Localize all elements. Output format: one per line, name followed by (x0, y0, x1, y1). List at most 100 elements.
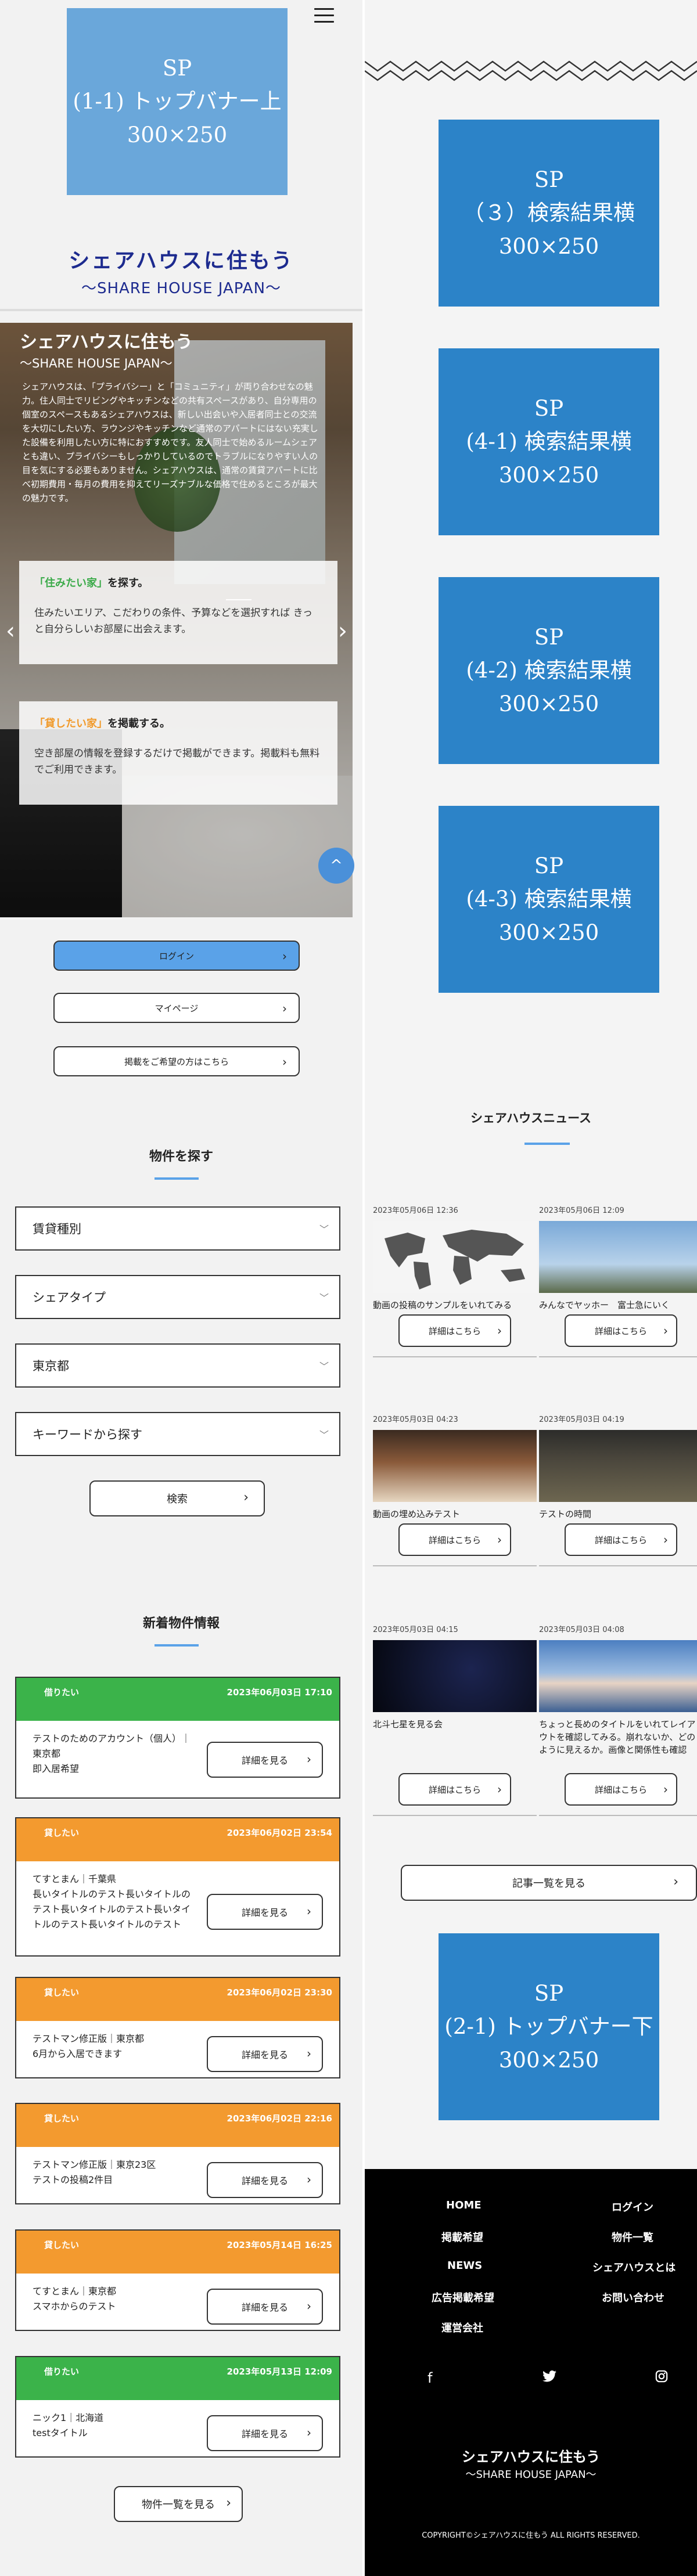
news-date: 2023年05月03日 04:19 (539, 1415, 624, 1424)
listing-detail-button[interactable]: 詳細を見る › (207, 1742, 323, 1778)
party-food-image[interactable] (373, 1430, 537, 1502)
news-title[interactable]: ちょっと長めのタイトルをいれてレイアウトを確認してみる。崩れないか、どのように見… (539, 1718, 697, 1756)
slider-prev-icon[interactable]: ‹ (6, 618, 15, 644)
footer-link-listing-request[interactable]: 掲載希望 (441, 2229, 483, 2244)
banner-line: SP (534, 853, 564, 878)
roller-coaster-image[interactable] (539, 1221, 697, 1293)
site-title-sub: 〜SHARE HOUSE JAPAN〜 (81, 280, 282, 297)
footer-link-ad-request[interactable]: 広告掲載希望 (432, 2290, 494, 2305)
banner-top[interactable]: SP (1-1) トップバナー上 300×250 (67, 8, 288, 195)
slider-next-icon[interactable]: › (338, 618, 347, 644)
listing-card[interactable]: 貸したい 2023年06月02日 23:54 てすとまん｜千葉県 長いタイトルのテスト… (15, 1817, 340, 1957)
banner-bottom[interactable]: SP (2-1) トップバナー下 300×250 (439, 1933, 659, 2120)
news-title[interactable]: 動画の埋め込みテスト (373, 1508, 537, 1521)
footer-link-home[interactable]: HOME (446, 2199, 482, 2211)
banner-line: (2-1) トップバナー下 (444, 2014, 653, 2040)
listing-card[interactable]: 借りたい 2023年05月13日 12:09 ニック1｜北海道 testタイトル 詳細を… (15, 2356, 340, 2458)
news-item[interactable]: 2023年05月03日 04:15 北斗七星を見る会 詳細はこちら › (373, 1623, 537, 1816)
chevron-right-icon: › (497, 1324, 502, 1338)
news-detail-button[interactable]: 詳細はこちら › (398, 1314, 511, 1347)
news-detail-button[interactable]: 詳細はこちら › (565, 1773, 677, 1806)
instagram-icon[interactable] (655, 2370, 668, 2386)
listing-more-button[interactable]: 物件一覧を見る › (114, 2486, 243, 2522)
listing-date: 2023年06月02日 23:30 (227, 1987, 332, 1998)
listing-type: 貸したい (44, 2113, 80, 2124)
news-title[interactable]: みんなでヤッホー 富士急にいく (539, 1299, 697, 1312)
listing-card[interactable]: 貸したい 2023年06月02日 22:16 テストマン修正版｜東京23区 テストの投… (15, 2103, 340, 2204)
seminar-room-image[interactable] (539, 1430, 697, 1502)
banner-line: 300×250 (498, 462, 599, 488)
site-title-main: シェアハウスに住もう (69, 249, 294, 273)
search-button[interactable]: 検索 › (89, 1480, 265, 1516)
news-item[interactable]: 2023年05月03日 04:08 ちょっと長めのタイトルをいれてレイアウトを確認… (539, 1623, 697, 1816)
listing-card[interactable]: 借りたい 2023年06月03日 17:10 テストのためのアカウント（個人）｜ 東京… (15, 1677, 340, 1799)
chevron-right-icon: › (497, 1782, 502, 1796)
news-divider (539, 1815, 697, 1816)
listing-detail-button[interactable]: 詳細を見る › (207, 2415, 323, 2451)
share-type-select[interactable]: シェアタイプ ﹀ (15, 1275, 340, 1319)
news-divider (373, 1815, 537, 1816)
hero-card-search[interactable]: 「住みたい家」を探す。 住みたいエリア、こだわりの条件、予算などを選択すれば き… (19, 561, 337, 664)
footer-link-about[interactable]: シェアハウスとは (592, 2260, 676, 2275)
listing-detail-button[interactable]: 詳細を見る › (207, 2289, 323, 2325)
listing-type: 貸したい (44, 2240, 80, 2250)
news-item[interactable]: 2023年05月03日 04:19 テストの時間詳細はこちら › (539, 1413, 697, 1587)
news-title[interactable]: テストの時間 (539, 1508, 697, 1521)
hero-card-rest: を掲載する。 (107, 718, 170, 730)
prefecture-select[interactable]: 東京都 ﹀ (15, 1343, 340, 1388)
banner-search-4-1[interactable]: SP (4-1) 検索結果横 300×250 (439, 348, 659, 535)
night-sky-image[interactable] (373, 1640, 537, 1712)
news-detail-button[interactable]: 詳細はこちら › (398, 1773, 511, 1806)
left-column: SP (1-1) トップバナー上 300×250 シェアハウスに住もう 〜SHA… (0, 0, 362, 2576)
footer-link-contact[interactable]: お問い合わせ (602, 2290, 664, 2305)
banner-search-4-2[interactable]: SP (4-2) 検索結果横 300×250 (439, 577, 659, 764)
news-more-button[interactable]: 記事一覧を見る › (401, 1865, 697, 1901)
banner-search-3[interactable]: SP （３）検索結果横 300×250 (439, 120, 659, 307)
rent-type-select[interactable]: 賃貸種別 ﹀ (15, 1206, 340, 1251)
news-title[interactable]: 動画の投稿のサンプルをいれてみる (373, 1299, 537, 1312)
listing-card[interactable]: 貸したい 2023年05月14日 16:25 てすとまん｜東京都 スマホからのテスト詳… (15, 2229, 340, 2331)
footer-link-login[interactable]: ログイン (612, 2199, 653, 2214)
listing-card[interactable]: 貸したい 2023年06月02日 23:30 テストマン修正版｜東京都 6月から入居で… (15, 1977, 340, 2078)
login-label: ログイン (159, 950, 194, 961)
news-divider (373, 1356, 537, 1357)
chevron-right-icon: › (307, 1904, 311, 1918)
footer-link-news[interactable]: NEWS (447, 2260, 482, 2272)
news-item[interactable]: 2023年05月03日 04:23 動画の埋め込みテスト 詳細はこちら › (373, 1413, 537, 1587)
chevron-right-icon: › (307, 2173, 311, 2186)
scroll-top-button[interactable]: ^ (318, 848, 354, 884)
keyword-select[interactable]: キーワードから探す ﹀ (15, 1412, 340, 1456)
hero-card-body: 住みたいエリア、こだわりの条件、予算などを選択すれば きっと自分らしいお部屋に出… (34, 607, 313, 635)
chevron-right-icon: › (282, 1001, 287, 1015)
footer-link-company[interactable]: 運営会社 (441, 2320, 483, 2335)
news-title[interactable]: 北斗七星を見る会 (373, 1718, 537, 1731)
mypage-button[interactable]: マイページ › (53, 993, 300, 1023)
hamburger-menu-icon[interactable] (314, 8, 334, 24)
listing-card-header: 借りたい 2023年06月03日 17:10 (16, 1678, 339, 1721)
world-map-image[interactable] (373, 1221, 537, 1293)
facebook-icon[interactable]: f (427, 2370, 432, 2386)
news-more-label: 記事一覧を見る (512, 1878, 585, 1890)
listing-request-button[interactable]: 掲載をご希望の方はこちら › (53, 1046, 300, 1076)
banner-line: 300×250 (498, 920, 599, 945)
news-detail-button[interactable]: 詳細はこちら › (565, 1523, 677, 1556)
login-button[interactable]: ログイン › (53, 941, 300, 971)
select-value: 賃貸種別 (33, 1222, 81, 1236)
mount-fuji-image[interactable] (539, 1640, 697, 1712)
listing-detail-button[interactable]: 詳細を見る › (207, 1894, 323, 1930)
news-detail-button[interactable]: 詳細はこちら › (398, 1523, 511, 1556)
chevron-right-icon: › (243, 1490, 249, 1505)
chevron-right-icon: › (226, 2496, 231, 2510)
hero-card-listing[interactable]: 「貸したい家」を掲載する。 空き部屋の情報を登録するだけで掲載ができます。掲載料… (19, 701, 337, 805)
news-item[interactable]: 2023年05月06日 12:09 みんなでヤッホー 富士急にいく 詳細はこちら › (539, 1204, 697, 1378)
listing-detail-button[interactable]: 詳細を見る › (207, 2162, 323, 2198)
chevron-right-icon: › (307, 1752, 311, 1766)
detail-label: 詳細を見る (241, 1907, 288, 1918)
twitter-icon[interactable] (542, 2370, 556, 2386)
footer-link-property-list[interactable]: 物件一覧 (612, 2229, 653, 2244)
news-detail-button[interactable]: 詳細はこちら › (565, 1314, 677, 1347)
banner-search-4-3[interactable]: SP (4-3) 検索結果横 300×250 (439, 806, 659, 993)
listing-detail-button[interactable]: 詳細を見る › (207, 2036, 323, 2072)
news-item[interactable]: 2023年05月06日 12:36 動画の投稿のサンプルをいれてみる 詳細はこちら › (373, 1204, 537, 1378)
footer-subtitle: 〜SHARE HOUSE JAPAN〜 (465, 2469, 597, 2481)
